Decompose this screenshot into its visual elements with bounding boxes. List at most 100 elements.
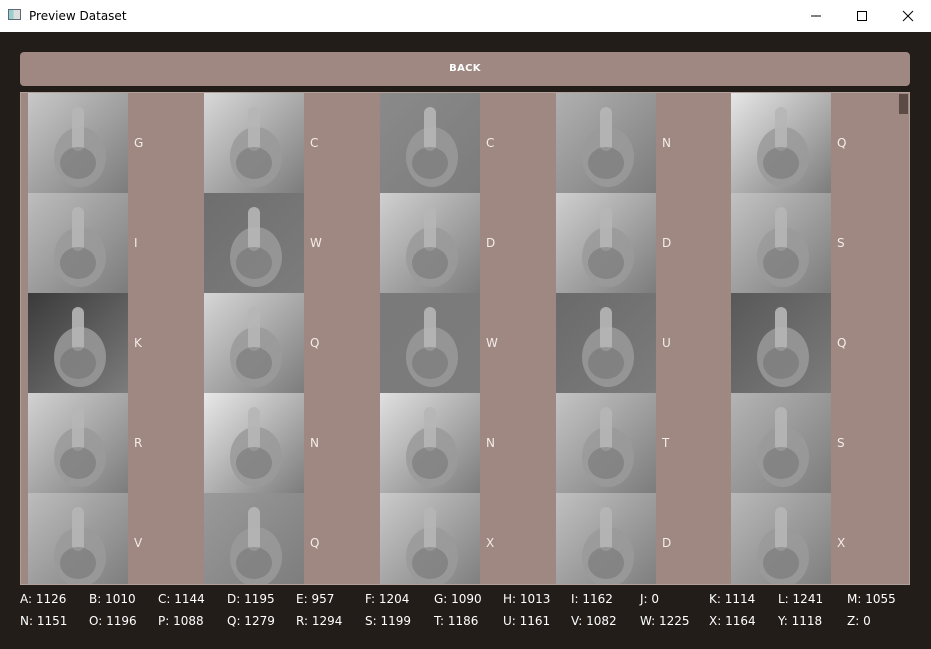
letter-count: R: 1294	[296, 614, 343, 628]
hand-sign-image	[731, 493, 831, 584]
maximize-button[interactable]	[839, 0, 885, 32]
app-icon	[8, 9, 21, 20]
sample-label: K	[134, 336, 142, 350]
sample-label: U	[662, 336, 671, 350]
close-icon	[902, 10, 914, 22]
hand-sign-image	[204, 293, 304, 393]
dataset-sample: W	[380, 293, 556, 393]
dataset-sample: I	[28, 193, 204, 293]
hand-sign-image	[204, 393, 304, 493]
letter-count: I: 1162	[571, 592, 613, 606]
letter-count: V: 1082	[571, 614, 617, 628]
sample-label: C	[486, 136, 495, 150]
dataset-sample: G	[28, 93, 204, 193]
sample-label: Q	[837, 336, 847, 350]
letter-count: T: 1186	[434, 614, 479, 628]
letter-count: Q: 1279	[227, 614, 275, 628]
dataset-sample: X	[380, 493, 556, 584]
dataset-preview-grid[interactable]: G C C N Q I W D D S K Q W U Q R N N T S V Q X D X	[20, 92, 910, 585]
sample-label: S	[837, 436, 845, 450]
sample-label: D	[662, 236, 672, 250]
hand-sign-image	[28, 393, 128, 493]
letter-count: E: 957	[296, 592, 335, 606]
letter-counts: A: 1126 B: 1010 C: 1144 D: 1195 E: 957 F: 120…	[20, 592, 920, 642]
hand-sign-image	[380, 493, 480, 584]
sample-label: R	[134, 436, 143, 450]
letter-count: H: 1013	[503, 592, 551, 606]
dataset-sample: Q	[204, 293, 380, 393]
dataset-sample: Q	[204, 493, 380, 584]
minimize-button[interactable]	[793, 0, 839, 32]
dataset-sample: R	[28, 393, 204, 493]
hand-sign-image	[204, 193, 304, 293]
hand-sign-image	[380, 393, 480, 493]
dataset-sample: N	[204, 393, 380, 493]
sample-label: N	[662, 136, 671, 150]
hand-sign-image	[204, 93, 304, 193]
letter-count: J: 0	[640, 592, 660, 606]
hand-sign-image	[556, 293, 656, 393]
hand-sign-image	[556, 193, 656, 293]
dataset-sample: X	[731, 493, 907, 584]
sample-label: W	[486, 336, 498, 350]
sample-label: Q	[310, 536, 320, 550]
letter-count: O: 1196	[89, 614, 137, 628]
dataset-sample: D	[380, 193, 556, 293]
dataset-sample: S	[731, 193, 907, 293]
dataset-sample: C	[204, 93, 380, 193]
letter-count: Z: 0	[847, 614, 871, 628]
sample-label: W	[310, 236, 322, 250]
letter-count: P: 1088	[158, 614, 204, 628]
hand-sign-image	[28, 193, 128, 293]
back-button[interactable]: BACK	[20, 52, 910, 86]
hand-sign-image	[28, 93, 128, 193]
sample-label: G	[134, 136, 144, 150]
letter-count: C: 1144	[158, 592, 205, 606]
letter-count: N: 1151	[20, 614, 68, 628]
letter-count: K: 1114	[709, 592, 756, 606]
hand-sign-image	[731, 293, 831, 393]
dataset-sample: V	[28, 493, 204, 584]
dataset-sample: N	[380, 393, 556, 493]
letter-count: D: 1195	[227, 592, 275, 606]
sample-label: I	[134, 236, 138, 250]
hand-sign-image	[28, 493, 128, 584]
dataset-sample: Q	[731, 293, 907, 393]
dataset-sample: D	[556, 493, 732, 584]
hand-sign-image	[556, 393, 656, 493]
sample-label: X	[486, 536, 495, 550]
minimize-icon	[811, 15, 821, 17]
hand-sign-image	[380, 293, 480, 393]
letter-count: L: 1241	[778, 592, 824, 606]
sample-label: C	[310, 136, 319, 150]
dataset-sample: N	[556, 93, 732, 193]
sample-label: Q	[310, 336, 320, 350]
hand-sign-image	[380, 193, 480, 293]
hand-sign-image	[380, 93, 480, 193]
dataset-sample: Q	[731, 93, 907, 193]
sample-label: V	[134, 536, 143, 550]
dataset-sample: T	[556, 393, 732, 493]
letter-count: X: 1164	[709, 614, 756, 628]
dataset-sample: W	[204, 193, 380, 293]
letter-count: B: 1010	[89, 592, 136, 606]
hand-sign-image	[28, 293, 128, 393]
sample-label: Q	[837, 136, 847, 150]
sample-label: D	[486, 236, 496, 250]
sample-label: T	[662, 436, 670, 450]
letter-count: F: 1204	[365, 592, 410, 606]
window-title: Preview Dataset	[29, 9, 127, 23]
hand-sign-image	[731, 393, 831, 493]
letter-count: G: 1090	[434, 592, 482, 606]
hand-sign-image	[556, 493, 656, 584]
hand-sign-image	[731, 93, 831, 193]
letter-count: Y: 1118	[778, 614, 823, 628]
close-button[interactable]	[885, 0, 931, 32]
sample-label: S	[837, 236, 845, 250]
letter-count: U: 1161	[503, 614, 551, 628]
dataset-sample: C	[380, 93, 556, 193]
letter-count: A: 1126	[20, 592, 67, 606]
maximize-icon	[857, 11, 867, 21]
hand-sign-image	[204, 493, 304, 584]
hand-sign-image	[731, 193, 831, 293]
